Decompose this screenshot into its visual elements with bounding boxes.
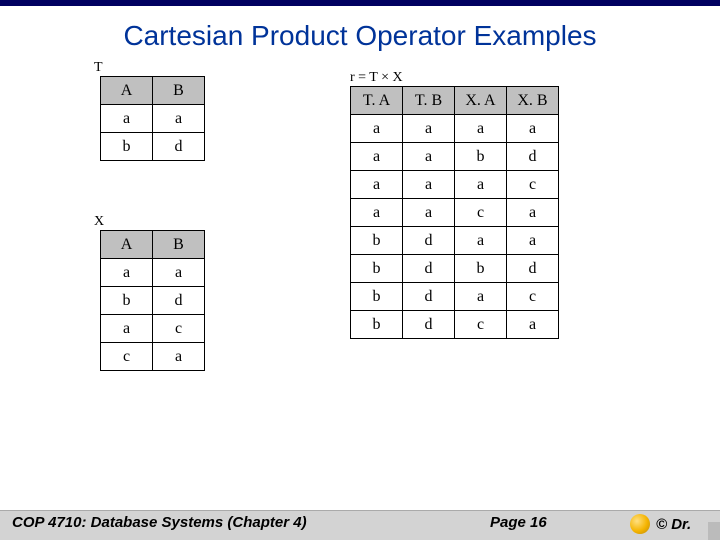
table-row: bdbd <box>351 255 559 283</box>
table-row: aaac <box>351 171 559 199</box>
table-row: aabd <box>351 143 559 171</box>
table-row: bdac <box>351 283 559 311</box>
table-row: aa <box>101 105 205 133</box>
table-T: A B aa bd <box>100 76 205 161</box>
col-header: X. B <box>507 87 559 115</box>
table-header-row: A B <box>101 231 205 259</box>
table-row: aaaa <box>351 115 559 143</box>
table-row: bd <box>101 133 205 161</box>
col-header: T. B <box>403 87 455 115</box>
table-row: ac <box>101 315 205 343</box>
slide-footer: COP 4710: Database Systems (Chapter 4) P… <box>0 510 720 540</box>
corner-decoration <box>708 522 720 540</box>
footer-copyright: © Dr. <box>630 514 720 534</box>
table-row: bd <box>101 287 205 315</box>
table-row: aa <box>101 259 205 287</box>
table-X-label: X <box>94 214 104 230</box>
col-header: B <box>153 231 205 259</box>
table-header-row: A B <box>101 77 205 105</box>
slide-title: Cartesian Product Operator Examples <box>0 6 720 60</box>
footer-course: COP 4710: Database Systems (Chapter 4) <box>0 514 490 531</box>
table-T-label: T <box>94 60 103 76</box>
table-row: bdaa <box>351 227 559 255</box>
col-header: T. A <box>351 87 403 115</box>
table-R-label: r = T × X <box>350 70 403 86</box>
table-row: bdca <box>351 311 559 339</box>
footer-page: Page 16 <box>490 514 630 531</box>
col-header: X. A <box>455 87 507 115</box>
col-header: B <box>153 77 205 105</box>
footer-copyright-text: © Dr. <box>656 516 691 533</box>
table-row: aaca <box>351 199 559 227</box>
slide-body: T A B aa bd X A B aa bd ac ca r = T × X … <box>0 60 720 490</box>
table-row: ca <box>101 343 205 371</box>
table-header-row: T. A T. B X. A X. B <box>351 87 559 115</box>
col-header: A <box>101 231 153 259</box>
university-logo-icon <box>630 514 650 534</box>
table-X: A B aa bd ac ca <box>100 230 205 371</box>
col-header: A <box>101 77 153 105</box>
table-R: T. A T. B X. A X. B aaaa aabd aaac aaca … <box>350 86 559 339</box>
